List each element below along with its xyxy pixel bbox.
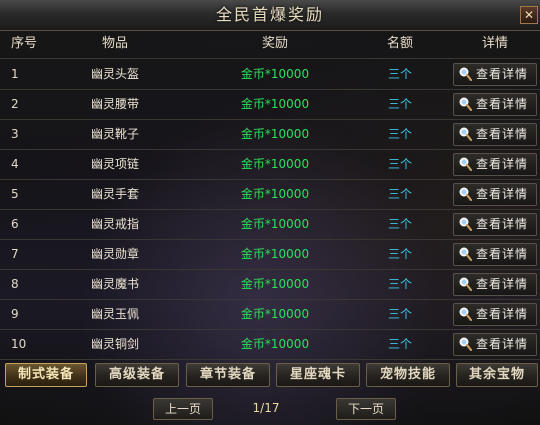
- next-page-button[interactable]: 下一页: [336, 398, 396, 420]
- row-reward: 金币*10000: [240, 277, 310, 291]
- header-reward: 奖励: [261, 36, 288, 51]
- magnifier-icon: [459, 97, 472, 111]
- view-detail-button[interactable]: 查看详情: [453, 333, 537, 356]
- page-indicator: 1/17: [252, 401, 280, 415]
- tab-pet-skills[interactable]: 宠物技能: [366, 363, 450, 387]
- row-quota: 三个: [387, 307, 412, 321]
- magnifier-icon: [459, 127, 472, 141]
- row-detail-cell: 查看详情: [453, 89, 537, 119]
- close-icon: ✕: [523, 8, 535, 22]
- magnifier-icon: [459, 67, 472, 81]
- view-detail-button[interactable]: 查看详情: [453, 243, 537, 266]
- table-row: 9 幽灵玉佩 金币*10000 三个 查看详情: [0, 299, 540, 330]
- view-detail-button[interactable]: 查看详情: [453, 153, 537, 176]
- row-quota: 三个: [387, 187, 412, 201]
- row-detail-cell: 查看详情: [453, 149, 537, 179]
- table-row: 8 幽灵魔书 金币*10000 三个 查看详情: [0, 269, 540, 300]
- row-detail-cell: 查看详情: [453, 179, 537, 209]
- row-quota: 三个: [387, 67, 412, 81]
- window-title: 全民首爆奖励: [215, 5, 324, 24]
- table-row: 6 幽灵戒指 金币*10000 三个 查看详情: [0, 209, 540, 240]
- view-detail-button[interactable]: 查看详情: [453, 213, 537, 236]
- row-quota: 三个: [387, 247, 412, 261]
- magnifier-icon: [459, 337, 472, 351]
- table-row: 7 幽灵勋章 金币*10000 三个 查看详情: [0, 239, 540, 270]
- view-detail-button[interactable]: 查看详情: [453, 273, 537, 296]
- row-reward: 金币*10000: [240, 217, 310, 231]
- magnifier-icon: [459, 247, 472, 261]
- view-detail-button[interactable]: 查看详情: [453, 183, 537, 206]
- magnifier-icon: [459, 217, 472, 231]
- table-header: 序号 物品 奖励 名额 详情: [0, 30, 540, 59]
- view-detail-button[interactable]: 查看详情: [453, 63, 537, 86]
- table-row: 5 幽灵手套 金币*10000 三个 查看详情: [0, 179, 540, 210]
- view-detail-label: 查看详情: [476, 187, 529, 201]
- row-reward: 金币*10000: [240, 187, 310, 201]
- row-detail-cell: 查看详情: [453, 209, 537, 239]
- view-detail-label: 查看详情: [476, 277, 529, 291]
- row-quota: 三个: [387, 97, 412, 111]
- magnifier-icon: [459, 157, 472, 171]
- magnifier-icon: [459, 307, 472, 321]
- row-reward: 金币*10000: [240, 247, 310, 261]
- view-detail-label: 查看详情: [476, 67, 529, 81]
- table-row: 2 幽灵腰带 金币*10000 三个 查看详情: [0, 89, 540, 120]
- row-detail-cell: 查看详情: [453, 269, 537, 299]
- row-quota: 三个: [387, 277, 412, 291]
- tab-chapter-equipment[interactable]: 章节装备: [186, 363, 270, 387]
- table-row: 3 幽灵靴子 金币*10000 三个 查看详情: [0, 119, 540, 150]
- view-detail-label: 查看详情: [476, 157, 529, 171]
- view-detail-label: 查看详情: [476, 247, 529, 261]
- view-detail-label: 查看详情: [476, 307, 529, 321]
- row-detail-cell: 查看详情: [453, 59, 537, 89]
- row-reward: 金币*10000: [240, 157, 310, 171]
- table-row: 4 幽灵项链 金币*10000 三个 查看详情: [0, 149, 540, 180]
- tab-other-treasures[interactable]: 其余宝物: [456, 363, 538, 387]
- row-quota: 三个: [387, 127, 412, 141]
- magnifier-icon: [459, 277, 472, 291]
- header-detail: 详情: [481, 36, 508, 51]
- category-tabs: 制式装备 高级装备 章节装备 星座魂卡 宠物技能 其余宝物: [0, 360, 540, 390]
- tab-standard-equipment[interactable]: 制式装备: [5, 363, 87, 387]
- row-quota: 三个: [387, 337, 412, 351]
- row-detail-cell: 查看详情: [453, 329, 537, 359]
- view-detail-label: 查看详情: [476, 127, 529, 141]
- view-detail-label: 查看详情: [476, 97, 529, 111]
- row-quota: 三个: [387, 217, 412, 231]
- prev-page-button[interactable]: 上一页: [153, 398, 213, 420]
- magnifier-icon: [459, 187, 472, 201]
- view-detail-button[interactable]: 查看详情: [453, 303, 537, 326]
- view-detail-label: 查看详情: [476, 337, 529, 351]
- title-bar: 全民首爆奖励 ✕: [0, 0, 540, 31]
- view-detail-button[interactable]: 查看详情: [453, 123, 537, 146]
- reward-panel: 全民首爆奖励 ✕ 序号 物品 奖励 名额 详情 1 幽灵头盔 金币*10000 …: [0, 0, 540, 425]
- tab-constellation-cards[interactable]: 星座魂卡: [276, 363, 360, 387]
- row-reward: 金币*10000: [240, 67, 310, 81]
- view-detail-label: 查看详情: [476, 217, 529, 231]
- row-reward: 金币*10000: [240, 127, 310, 141]
- row-reward: 金币*10000: [240, 307, 310, 321]
- close-button[interactable]: ✕: [520, 6, 538, 24]
- row-reward: 金币*10000: [240, 97, 310, 111]
- table-row: 1 幽灵头盔 金币*10000 三个 查看详情: [0, 59, 540, 90]
- header-quota: 名额: [386, 36, 413, 51]
- tab-advanced-equipment[interactable]: 高级装备: [95, 363, 179, 387]
- row-detail-cell: 查看详情: [453, 299, 537, 329]
- row-detail-cell: 查看详情: [453, 119, 537, 149]
- table-row: 10 幽灵铜剑 金币*10000 三个 查看详情: [0, 329, 540, 360]
- row-detail-cell: 查看详情: [453, 239, 537, 269]
- view-detail-button[interactable]: 查看详情: [453, 93, 537, 116]
- row-quota: 三个: [387, 157, 412, 171]
- row-reward: 金币*10000: [240, 337, 310, 351]
